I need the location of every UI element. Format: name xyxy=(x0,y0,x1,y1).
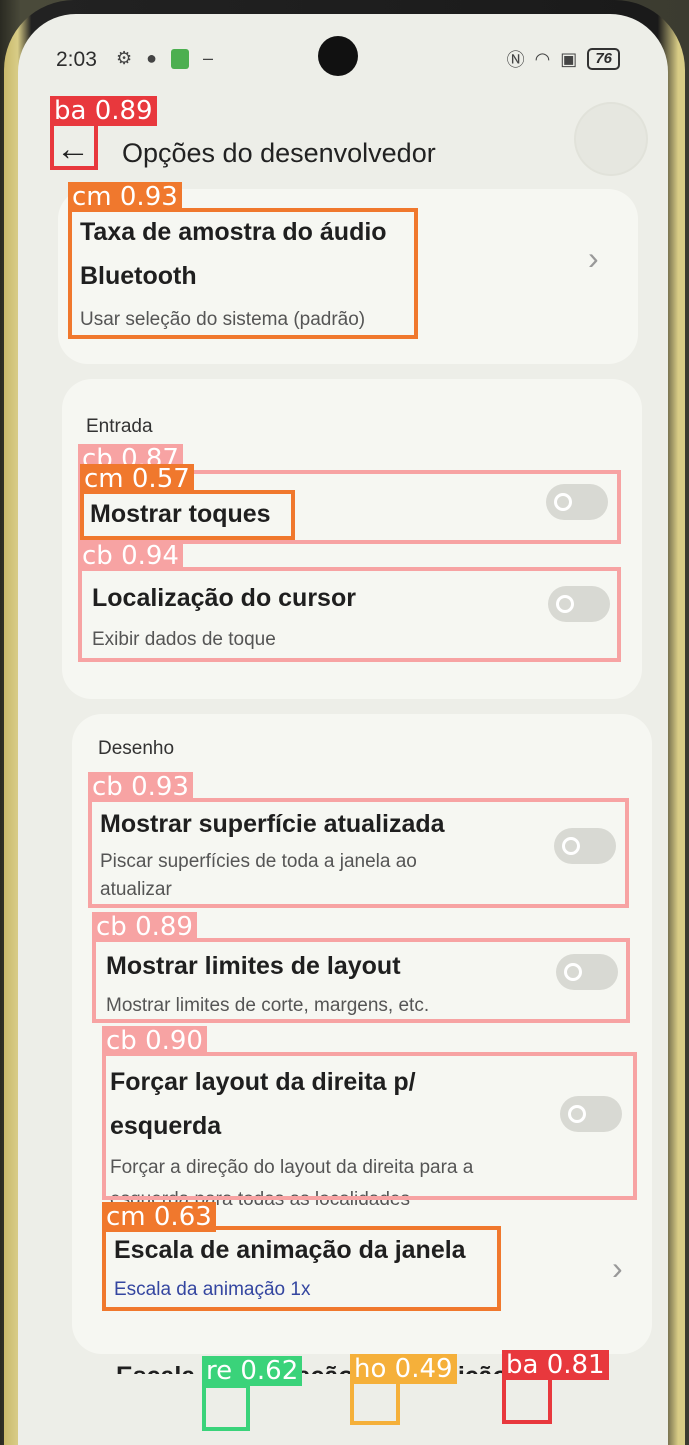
detection-label: re 0.62 xyxy=(202,1356,303,1386)
wifi-icon: ◠ xyxy=(534,48,551,69)
battery-icon: 76 xyxy=(587,48,620,70)
detection-label: cb 0.90 xyxy=(102,1026,207,1056)
detection-box xyxy=(102,1052,637,1200)
chevron-right-icon: › xyxy=(612,1250,623,1286)
dash-icon: – xyxy=(203,48,214,68)
detection-label: cb 0.89 xyxy=(92,912,197,942)
detection-label: cb 0.94 xyxy=(78,541,183,571)
detection-box xyxy=(88,798,629,908)
gear-icon: ⚙ xyxy=(116,48,133,68)
detection-label: ho 0.49 xyxy=(350,1354,457,1384)
detection-box xyxy=(68,208,418,339)
input-section-label: Entrada xyxy=(86,416,153,437)
detection-box xyxy=(202,1384,250,1431)
page-title: Opções do desenvolvedor xyxy=(122,138,436,168)
detection-label: ba 0.81 xyxy=(502,1350,609,1380)
notification-icon: ● xyxy=(146,48,158,68)
status-bar: 2:03 ⚙ ● – Ⓝ ◠ ▣ 76 xyxy=(18,14,668,84)
front-camera xyxy=(318,36,358,76)
detection-label: cm 0.93 xyxy=(68,182,182,212)
detection-box xyxy=(78,567,621,662)
app-icon xyxy=(171,48,190,69)
chevron-right-icon: › xyxy=(588,240,599,276)
detection-label: cm 0.57 xyxy=(80,464,194,490)
detection-box xyxy=(92,938,630,1023)
header-circle xyxy=(576,104,646,174)
status-time: 2:03 xyxy=(56,48,97,71)
drawing-section-label: Desenho xyxy=(98,738,175,759)
no-sim-icon: ▣ xyxy=(560,48,578,69)
detection-label: cb 0.93 xyxy=(88,772,193,802)
detection-label: ba 0.89 xyxy=(50,96,157,126)
detection-box xyxy=(502,1376,552,1424)
detection-box xyxy=(102,1226,501,1311)
detection-box xyxy=(350,1380,400,1425)
detection-label: cm 0.63 xyxy=(102,1202,216,1232)
nfc-icon: Ⓝ xyxy=(506,50,525,70)
detection-box xyxy=(50,122,98,170)
detection-box xyxy=(80,490,295,540)
